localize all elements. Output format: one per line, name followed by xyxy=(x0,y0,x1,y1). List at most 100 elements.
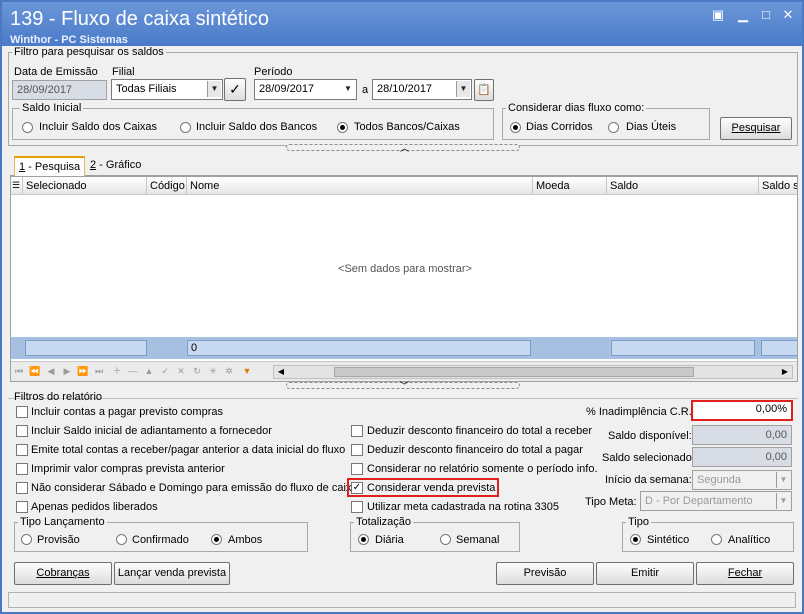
results-grid[interactable]: ☰ Selecionado Código Nome Moeda Saldo Sa… xyxy=(10,176,798,382)
radio-semanal[interactable] xyxy=(440,534,451,545)
emitir-button[interactable]: Emitir xyxy=(596,562,694,585)
calendar-button[interactable]: 📋 xyxy=(474,79,494,101)
period-from-value: 28/09/2017 xyxy=(259,83,315,95)
check-desconto-receber[interactable] xyxy=(351,425,363,437)
period-label: Período xyxy=(254,66,293,78)
radio-ambos-label: Ambos xyxy=(228,534,263,546)
close-icon[interactable]: ✕ xyxy=(780,8,796,22)
tab-pesquisa[interactable]: 1 - Pesquisa xyxy=(14,156,86,176)
checkmark-icon: ✓ xyxy=(352,482,362,493)
cancel-icon[interactable]: ✕ xyxy=(175,365,187,378)
title-bar[interactable]: 139 - Fluxo de caixa sintético Winthor -… xyxy=(2,2,802,46)
saldo-disponivel-field: 0,00 xyxy=(692,425,792,445)
radio-analitico[interactable] xyxy=(711,534,722,545)
emission-date-field[interactable]: 28/09/2017 xyxy=(12,80,107,100)
col-nome[interactable]: Nome xyxy=(187,177,533,195)
period-to-field[interactable]: 28/10/2017 ▼ xyxy=(372,79,472,100)
check-contas-pagar[interactable] xyxy=(16,406,28,418)
filial-select[interactable]: Todas Filiais ▼ xyxy=(111,79,223,100)
filial-select-value: Todas Filiais xyxy=(116,83,177,95)
check-venda-prevista[interactable]: ✓ xyxy=(351,482,363,494)
scroll-right-icon[interactable]: ▶ xyxy=(778,366,792,378)
chevron-down-icon[interactable]: ▼ xyxy=(341,81,355,97)
delete-icon[interactable]: — xyxy=(127,365,139,378)
radio-dias-corridos[interactable] xyxy=(510,122,521,133)
inicio-semana-label: Início da semana: xyxy=(605,474,692,486)
col-selecionado[interactable]: Selecionado xyxy=(23,177,147,195)
lancar-venda-prevista-button[interactable]: Lançar venda prevista xyxy=(114,562,230,585)
radio-dias-uteis[interactable] xyxy=(608,122,619,133)
scroll-left-icon[interactable]: ◀ xyxy=(274,366,288,378)
empty-message: <Sem dados para mostrar> xyxy=(338,263,472,275)
radio-saldo-bancos[interactable] xyxy=(180,122,191,133)
col-saldo[interactable]: Saldo xyxy=(607,177,759,195)
goto-bookmark-icon[interactable]: ✲ xyxy=(223,365,235,378)
filter-icon[interactable]: ▼ xyxy=(241,365,253,378)
tipo-meta-select: D - Por Departamento ▼ xyxy=(640,491,792,511)
insert-icon[interactable]: ＋ xyxy=(111,365,123,378)
check-imprimir-compras[interactable] xyxy=(16,463,28,475)
post-icon[interactable]: ✓ xyxy=(159,365,171,378)
filter-group-label: Filtro para pesquisar os saldos xyxy=(12,46,166,58)
confirm-filial-button[interactable]: ✓ xyxy=(224,78,246,101)
chevron-down-icon[interactable]: ▼ xyxy=(456,81,470,97)
next-record-icon[interactable]: ▶ xyxy=(61,365,73,378)
prev-record-icon[interactable]: ◀ xyxy=(45,365,57,378)
period-separator: a xyxy=(362,84,369,96)
check-meta-3305[interactable] xyxy=(351,501,363,513)
fechar-button[interactable]: Fechar xyxy=(696,562,794,585)
first-record-icon[interactable]: ⏮ xyxy=(13,365,25,378)
horizontal-scrollbar[interactable]: ◀ ▶ xyxy=(273,365,793,379)
search-button-label: Pesquisar xyxy=(731,122,781,134)
cobrancas-button[interactable]: Cobranças xyxy=(14,562,112,585)
tab-grafico[interactable]: 2 - Gráfico xyxy=(86,156,145,176)
radio-ambos[interactable] xyxy=(211,534,222,545)
check-pedidos-liberados[interactable] xyxy=(16,501,28,513)
check-contas-pagar-label: Incluir contas a pagar previsto compras xyxy=(31,406,223,418)
check-saldo-adiantamento[interactable] xyxy=(16,425,28,437)
chevron-up-icon[interactable]: ︿ xyxy=(400,144,409,153)
scroll-thumb[interactable] xyxy=(334,367,694,377)
last-record-icon[interactable]: ⏭ xyxy=(93,365,105,378)
chevron-down-icon[interactable]: ﹀ xyxy=(400,382,409,391)
col-moeda[interactable]: Moeda xyxy=(533,177,607,195)
prev-page-icon[interactable]: ⏪ xyxy=(29,365,41,378)
chevron-down-icon[interactable]: ▼ xyxy=(207,81,221,97)
inicio-semana-select: Segunda ▼ xyxy=(692,470,792,490)
check-somente-periodo[interactable] xyxy=(351,463,363,475)
footer-cell xyxy=(25,340,147,356)
radio-confirmado[interactable] xyxy=(116,534,127,545)
next-page-icon[interactable]: ⏩ xyxy=(77,365,89,378)
restore-icon[interactable]: ▣ xyxy=(710,8,726,22)
check-emite-total[interactable] xyxy=(16,444,28,456)
inadimplencia-field[interactable]: 0,00% xyxy=(694,402,791,419)
period-from-field[interactable]: 28/09/2017 ▼ xyxy=(254,79,357,100)
radio-saldo-caixas[interactable] xyxy=(22,122,33,133)
saldo-selecionado-label: Saldo selecionado: xyxy=(602,452,695,464)
check-meta-3305-label: Utilizar meta cadastrada na rotina 3305 xyxy=(367,501,559,513)
radio-analitico-label: Analítico xyxy=(728,534,771,546)
radio-provisao[interactable] xyxy=(21,534,32,545)
minimize-icon[interactable]: ▁ xyxy=(735,8,751,22)
check-desconto-pagar[interactable] xyxy=(351,444,363,456)
edit-icon[interactable]: ▲ xyxy=(143,365,155,378)
radio-diaria[interactable] xyxy=(358,534,369,545)
maximize-icon[interactable]: □ xyxy=(758,8,774,22)
tipo-meta-label: Tipo Meta: xyxy=(585,496,637,508)
col-saldo-selecionado[interactable]: Saldo se xyxy=(759,177,797,195)
previsao-button[interactable]: Previsão xyxy=(496,562,594,585)
tipo-lancamento-label: Tipo Lançamento xyxy=(18,516,107,528)
column-chooser-icon[interactable]: ☰ xyxy=(11,177,23,195)
dias-fluxo-label: Considerar dias fluxo como: xyxy=(506,102,647,114)
radio-saldo-bancos-label: Incluir Saldo dos Bancos xyxy=(196,121,318,133)
radio-todos-bancos-caixas[interactable] xyxy=(337,122,348,133)
radio-sintetico[interactable] xyxy=(630,534,641,545)
check-sabado-domingo[interactable] xyxy=(16,482,28,494)
check-somente-periodo-label: Considerar no relatório somente o períod… xyxy=(367,463,598,475)
bookmark-icon[interactable]: ✳ xyxy=(207,365,219,378)
tab-grafico-label: - Gráfico xyxy=(96,159,142,171)
radio-todos-label: Todos Bancos/Caixas xyxy=(354,121,460,133)
refresh-icon[interactable]: ↻ xyxy=(191,365,203,378)
search-button[interactable]: Pesquisar xyxy=(720,117,792,140)
col-codigo[interactable]: Código xyxy=(147,177,187,195)
